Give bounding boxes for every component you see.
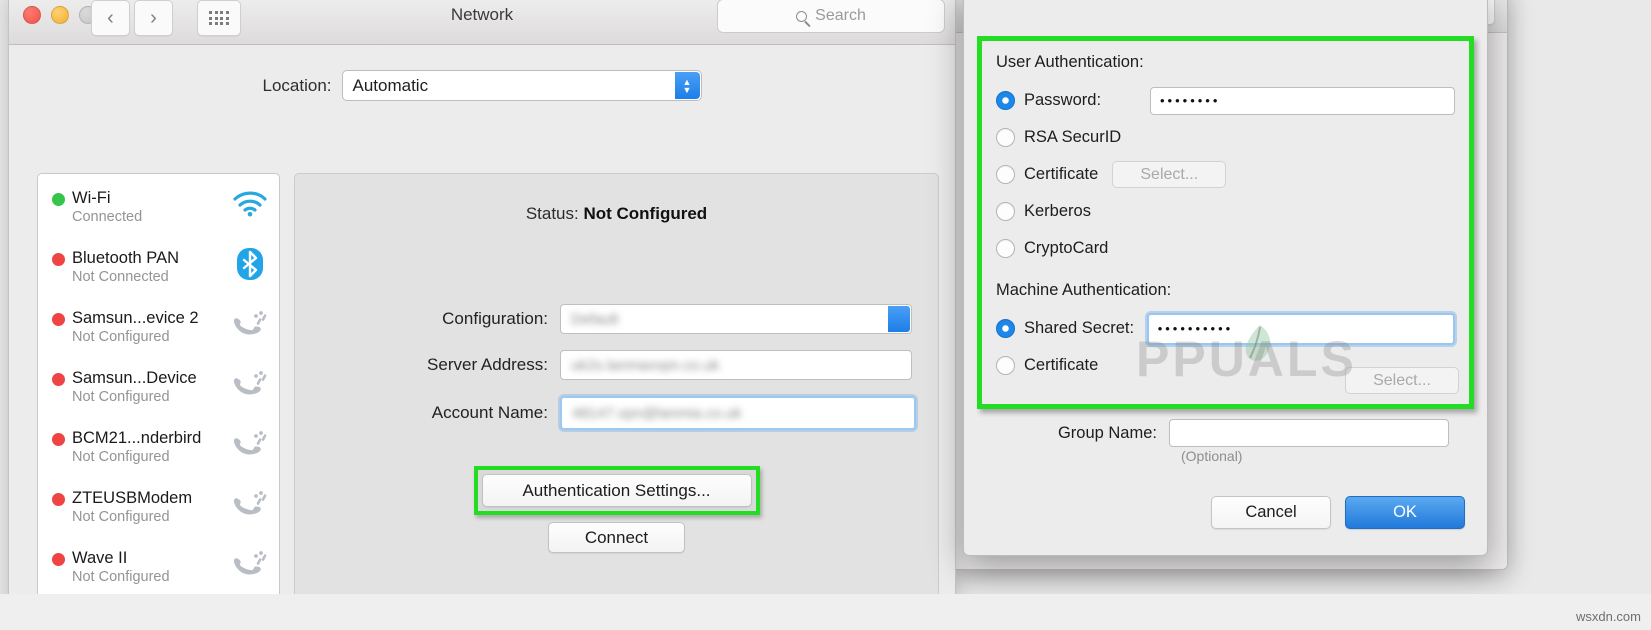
status-value: Not Configured xyxy=(583,204,708,223)
radio-shared-secret[interactable] xyxy=(996,319,1015,338)
network-service-item-wave-ii[interactable]: Wave II Not Configured xyxy=(38,534,279,594)
radio-label-certificate: Certificate xyxy=(1024,356,1099,374)
auth-settings-highlight: Authentication Settings... xyxy=(473,466,760,515)
dialog-top-strip xyxy=(964,0,1487,13)
connect-button[interactable]: Connect xyxy=(548,522,685,553)
cancel-button[interactable]: Cancel xyxy=(1211,496,1331,529)
radio-row[interactable]: CryptoCard xyxy=(996,230,1455,267)
status-dot-red xyxy=(52,493,65,506)
window-content: Location: Automatic ▲ ▼ Wi-Fi Connected Blu… xyxy=(9,45,955,613)
status-dot-red xyxy=(52,313,65,326)
bluetooth-icon xyxy=(231,246,269,282)
radio-certificate[interactable] xyxy=(996,356,1015,375)
group-name-optional-note: (Optional) xyxy=(1181,448,1243,464)
location-row: Location: Automatic ▲ ▼ xyxy=(9,70,955,101)
modem-icon xyxy=(231,486,269,522)
search-placeholder: Search xyxy=(815,7,866,24)
status-label: Status: xyxy=(525,204,579,223)
radio-label-password: Password: xyxy=(1024,91,1102,109)
modem-icon xyxy=(231,426,269,462)
search-icon xyxy=(796,10,808,22)
field-value: uk2s.lanmaxvpn.co.uk xyxy=(571,356,720,374)
user-authentication-list: Password: •••••••• RSA SecurID Certificate S… xyxy=(996,82,1455,267)
field-label: Configuration: xyxy=(442,309,548,328)
form-row: Configuration: Default xyxy=(295,304,938,334)
authentication-settings-dialog: User Authentication: Password: •••••••• RS… xyxy=(963,0,1488,556)
radio-label-kerberos: Kerberos xyxy=(1024,202,1091,220)
shared-secret-input[interactable]: •••••••••• xyxy=(1146,312,1455,345)
location-value: Automatic xyxy=(352,75,429,95)
machine-certificate-select-button[interactable]: Select... xyxy=(1345,367,1459,394)
network-service-item-bluetooth-pan[interactable]: Bluetooth PAN Not Connected xyxy=(38,234,279,294)
network-service-item-bcm21-nderbird[interactable]: BCM21...nderbird Not Configured xyxy=(38,414,279,474)
radio-row[interactable]: Kerberos xyxy=(996,193,1455,230)
radio-label-cryptocard: CryptoCard xyxy=(1024,239,1109,257)
authentication-options-highlight: User Authentication: Password: •••••••• RS… xyxy=(977,36,1474,409)
authentication-options: User Authentication: Password: •••••••• RS… xyxy=(982,41,1469,404)
screenshot-root: Network ••• ❮⋯❯ ‹ › Net xyxy=(0,0,1651,630)
authentication-settings-button[interactable]: Authentication Settings... xyxy=(481,474,752,507)
status-dot-red xyxy=(52,553,65,566)
modem-icon xyxy=(231,366,269,402)
network-service-item-samsun-device[interactable]: Samsun...Device Not Configured xyxy=(38,354,279,414)
status-dot-red xyxy=(52,373,65,386)
network-service-item-zteusbmodem[interactable]: ZTEUSBModem Not Configured xyxy=(38,474,279,534)
machine-authentication-heading: Machine Authentication: xyxy=(996,281,1172,299)
connection-form: Configuration: Default Server Address: uk2s… xyxy=(295,304,938,446)
user-authentication-heading: User Authentication: xyxy=(996,53,1144,71)
status-dot-red xyxy=(52,433,65,446)
bottom-strip xyxy=(0,594,1651,630)
radio-label-rsa-securid: RSA SecurID xyxy=(1024,128,1122,146)
service-detail-pane: Status: Not Configured Configuration: Def… xyxy=(294,173,939,613)
group-name-input[interactable] xyxy=(1169,419,1449,447)
chevron-updown-icon: ▲ ▼ xyxy=(674,72,700,99)
location-select[interactable]: Automatic ▲ ▼ xyxy=(341,70,702,101)
radio-kerberos[interactable] xyxy=(996,202,1015,221)
form-row: Server Address: uk2s.lanmaxvpn.co.uk xyxy=(295,350,938,380)
radio-cryptocard[interactable] xyxy=(996,239,1015,258)
radio-row[interactable]: RSA SecurID xyxy=(996,119,1455,156)
site-watermark: wsxdn.com xyxy=(1575,609,1641,624)
radio-label-shared-secret: Shared Secret: xyxy=(1024,319,1135,337)
dialog-action-buttons: Cancel OK xyxy=(1211,496,1465,529)
configuration-input[interactable]: Default xyxy=(560,304,912,334)
search-input[interactable]: Search xyxy=(717,0,945,33)
ok-button[interactable]: OK xyxy=(1345,496,1465,529)
account-name-input[interactable]: 48147.vpn@lanmia.co.uk xyxy=(560,396,916,430)
status-dot-green xyxy=(52,193,65,206)
network-services-list[interactable]: Wi-Fi Connected Bluetooth PAN Not Connected… xyxy=(37,173,280,613)
user-certificate-select-button[interactable]: Select... xyxy=(1112,161,1227,188)
group-name-row: Group Name: xyxy=(964,419,1487,447)
field-value: 48147.vpn@lanmia.co.uk xyxy=(572,404,742,422)
radio-row[interactable]: Certificate Select... xyxy=(996,156,1455,193)
radio-row[interactable]: Shared Secret: •••••••••• xyxy=(996,310,1455,347)
radio-label-certificate: Certificate xyxy=(1024,165,1099,183)
radio-rsa-securid[interactable] xyxy=(996,128,1015,147)
chevron-updown-icon[interactable] xyxy=(888,306,910,332)
modem-icon xyxy=(231,546,269,582)
status-line: Status: Not Configured xyxy=(295,204,938,224)
titlebar: ‹ › Network Search xyxy=(9,0,955,45)
network-service-item-samsun-evice-2[interactable]: Samsun...evice 2 Not Configured xyxy=(38,294,279,354)
modem-icon xyxy=(231,306,269,342)
network-service-item-wi-fi[interactable]: Wi-Fi Connected xyxy=(38,174,279,234)
server-address-input[interactable]: uk2s.lanmaxvpn.co.uk xyxy=(560,350,912,380)
radio-password[interactable] xyxy=(996,91,1015,110)
field-label: Account Name: xyxy=(431,403,548,422)
password-input[interactable]: •••••••• xyxy=(1150,86,1455,115)
network-preferences-window: ‹ › Network Search Location: Automatic ▲… xyxy=(8,0,956,614)
field-label: Server Address: xyxy=(427,355,548,374)
field-value: Default xyxy=(571,310,619,328)
wifi-icon xyxy=(231,186,269,222)
status-dot-red xyxy=(52,253,65,266)
location-label: Location: xyxy=(262,75,332,95)
radio-certificate[interactable] xyxy=(996,165,1015,184)
action-buttons: Authentication Settings... Connect xyxy=(295,466,938,553)
radio-row[interactable]: Password: •••••••• xyxy=(996,82,1455,119)
group-name-label: Group Name: xyxy=(1057,423,1157,442)
form-row: Account Name: 48147.vpn@lanmia.co.uk xyxy=(295,396,938,430)
